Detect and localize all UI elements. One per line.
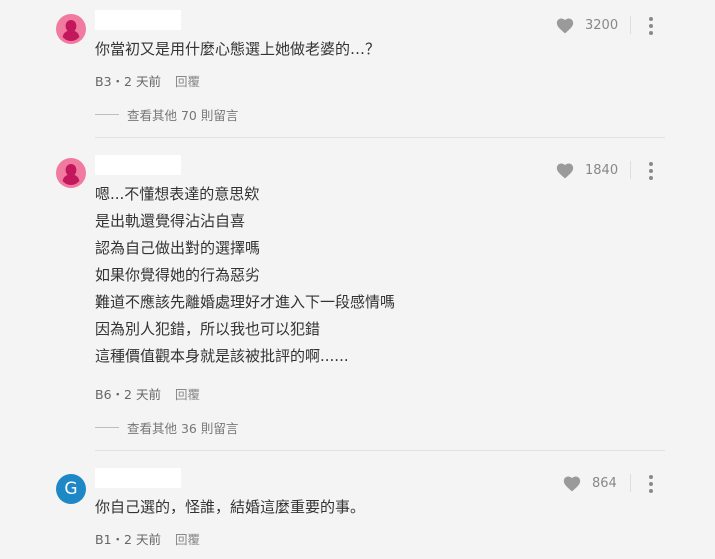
heart-icon (556, 18, 574, 34)
user-silhouette-icon (62, 20, 80, 41)
timestamp: 2 天前 (124, 74, 161, 89)
comment-line: 你當初又是用什麼心態選上她做老婆的…？ (95, 40, 381, 58)
comment-line: 是出軌還覺得沾沾自喜 (95, 212, 246, 230)
avatar[interactable] (56, 158, 86, 188)
avatar[interactable] (56, 14, 86, 44)
comment-line: 如果你覺得她的行為惡劣 (95, 266, 261, 284)
floor-label: B1 (95, 532, 112, 547)
meta-separator: ・ (111, 387, 125, 402)
meta-separator: ・ (111, 74, 125, 89)
like-button[interactable]: 3200 (555, 14, 618, 36)
divider (630, 161, 631, 179)
timestamp: 2 天前 (124, 387, 161, 402)
like-count: 3200 (585, 17, 619, 33)
comment-text: 你當初又是用什麼心態選上她做老婆的…？ (95, 36, 380, 63)
comment-line: 認為自己做出對的選擇嗎 (95, 239, 261, 257)
reply-button[interactable]: 回覆 (175, 74, 200, 89)
comment-line: 因為別人犯錯，所以我也可以犯錯 (95, 320, 321, 338)
more-vert-icon[interactable] (649, 162, 653, 180)
divider (95, 427, 119, 428)
like-button[interactable]: 1840 (555, 159, 618, 181)
comment-meta: B3・2 天前 回覆 (95, 71, 200, 90)
divider (630, 474, 631, 492)
comment-line: 你自己選的，怪誰，結婚這麼重要的事。 (95, 498, 366, 516)
heart-icon (556, 163, 574, 179)
view-more-replies[interactable]: 查看其他 70 則留言 (95, 105, 238, 124)
username-redacted (95, 468, 181, 488)
comment-line: 嗯...不懂想表達的意思欸 (95, 185, 260, 203)
heart-icon (563, 476, 581, 492)
meta-separator: ・ (111, 532, 125, 547)
avatar[interactable]: G (56, 474, 86, 504)
comment-meta: B1・2 天前 回覆 (95, 529, 200, 548)
username-redacted (95, 10, 181, 30)
floor-label: B6 (95, 387, 112, 402)
view-more-replies[interactable]: 查看其他 36 則留言 (95, 418, 238, 437)
like-count: 864 (592, 475, 617, 491)
reply-button[interactable]: 回覆 (175, 532, 200, 547)
more-vert-icon[interactable] (649, 17, 653, 35)
comment-line: 這種價值觀本身就是該被批評的啊...... (95, 347, 349, 365)
view-more-replies-label: 查看其他 70 則留言 (127, 108, 239, 123)
user-silhouette-icon (62, 164, 80, 185)
avatar-letter: G (64, 479, 78, 499)
comment-divider (95, 450, 665, 451)
comment-line: 難道不應該先離婚處理好才進入下一段感情嗎 (95, 293, 396, 311)
comment-text: 你自己選的，怪誰，結婚這麼重要的事。 (95, 494, 365, 521)
comment-divider (95, 137, 665, 138)
comment-text: 嗯...不懂想表達的意思欸 是出軌還覺得沾沾自喜 認為自己做出對的選擇嗎 如果你… (95, 181, 395, 370)
more-vert-icon[interactable] (649, 475, 653, 493)
divider (630, 16, 631, 34)
divider (95, 114, 119, 115)
like-button[interactable]: 864 (562, 472, 617, 494)
timestamp: 2 天前 (124, 532, 161, 547)
like-count: 1840 (585, 162, 619, 178)
username-redacted (95, 155, 181, 175)
view-more-replies-label: 查看其他 36 則留言 (127, 421, 239, 436)
comment-meta: B6・2 天前 回覆 (95, 384, 200, 403)
reply-button[interactable]: 回覆 (175, 387, 200, 402)
floor-label: B3 (95, 74, 112, 89)
